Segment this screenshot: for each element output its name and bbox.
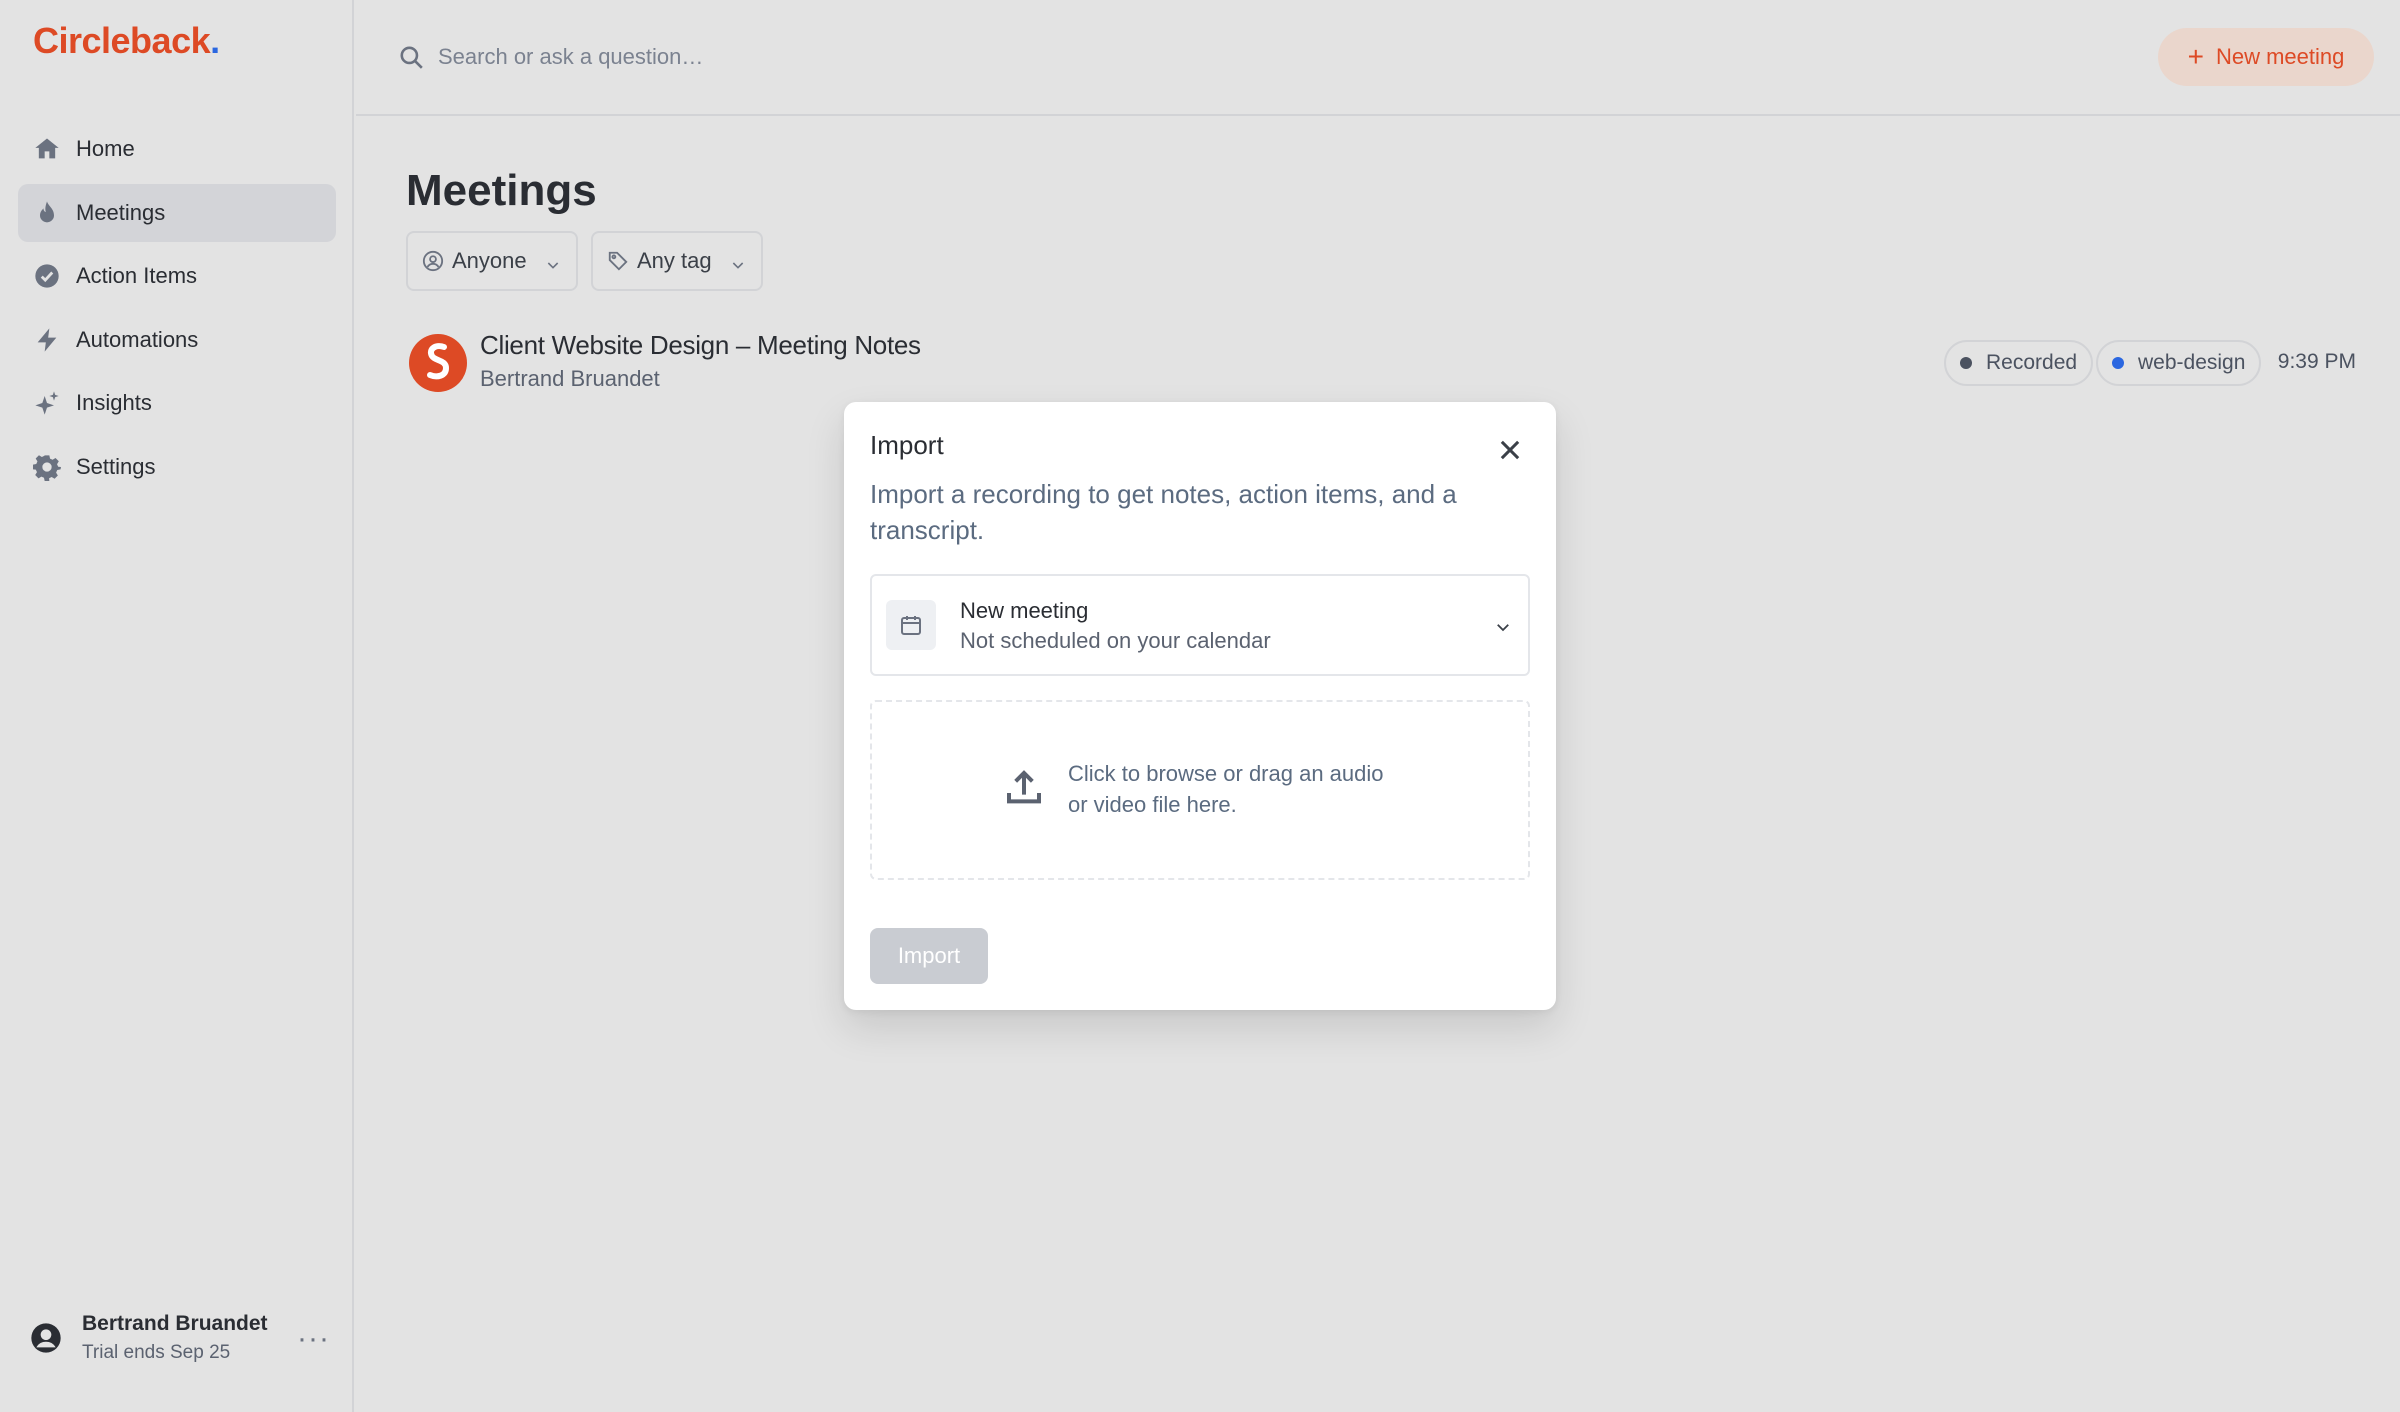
search-icon bbox=[398, 44, 424, 70]
user-info: Bertrand Bruandet Trial ends Sep 25 bbox=[82, 1312, 268, 1364]
sidebar-item-home[interactable]: Home bbox=[18, 120, 336, 178]
meeting-app-logo-icon bbox=[409, 334, 467, 392]
sidebar-item-automations[interactable]: Automations bbox=[18, 311, 336, 369]
meeting-time: 9:39 PM bbox=[2277, 350, 2356, 373]
meeting-select-dropdown[interactable]: New meeting Not scheduled on your calend… bbox=[870, 574, 1530, 676]
tag-badge[interactable]: web-design bbox=[2096, 340, 2262, 386]
sidebar-item-label: Automations bbox=[76, 326, 199, 352]
import-dialog: Import Import a recording to get notes, … bbox=[844, 402, 1556, 1010]
trial-status: Trial ends Sep 25 bbox=[82, 1342, 231, 1363]
calendar-icon bbox=[886, 600, 936, 650]
sidebar-item-label: Settings bbox=[76, 453, 156, 479]
sparkles-icon bbox=[32, 388, 62, 418]
more-options-icon[interactable]: ··· bbox=[297, 1322, 330, 1356]
user-profile[interactable]: Bertrand Bruandet Trial ends Sep 25 ··· bbox=[30, 1308, 330, 1368]
chevron-down-icon bbox=[730, 253, 746, 269]
chevron-down-icon bbox=[545, 253, 561, 269]
search-input[interactable] bbox=[438, 36, 1338, 78]
sidebar-nav: Home Meetings Action Items Automations I… bbox=[18, 120, 336, 501]
page-title: Meetings bbox=[406, 166, 597, 215]
flame-icon bbox=[32, 198, 62, 228]
logo-text: Circleback bbox=[33, 20, 211, 61]
people-filter-dropdown[interactable]: Anyone bbox=[406, 231, 578, 291]
meeting-owner: Bertrand Bruandet bbox=[480, 366, 660, 391]
tag-icon bbox=[607, 250, 629, 272]
dropzone-text: Click to browse or drag an audio or vide… bbox=[1068, 761, 1384, 817]
status-badge-label: Recorded bbox=[1986, 351, 2078, 374]
sidebar-item-label: Insights bbox=[76, 390, 152, 415]
select-subtitle: Not scheduled on your calendar bbox=[960, 628, 1271, 653]
bolt-icon bbox=[32, 325, 62, 355]
gear-icon bbox=[32, 452, 62, 482]
tag-filter-label: Any tag bbox=[637, 248, 712, 273]
sidebar-item-action-items[interactable]: Action Items bbox=[18, 247, 336, 305]
sidebar-item-label: Meetings bbox=[76, 199, 166, 225]
sidebar-item-meetings[interactable]: Meetings bbox=[18, 183, 336, 242]
plus-icon: + bbox=[2187, 41, 2204, 72]
sidebar-item-label: Home bbox=[76, 136, 135, 161]
meeting-title: Client Website Design – Meeting Notes bbox=[480, 330, 921, 360]
meeting-list-item[interactable]: Client Website Design – Meeting Notes Be… bbox=[406, 328, 2356, 398]
user-circle-icon bbox=[422, 250, 444, 272]
chevron-down-icon bbox=[1494, 618, 1512, 636]
people-filter-label: Anyone bbox=[452, 248, 527, 273]
upload-icon bbox=[1004, 768, 1044, 808]
tag-filter-dropdown[interactable]: Any tag bbox=[591, 231, 763, 291]
new-meeting-button[interactable]: + New meeting bbox=[2158, 28, 2374, 86]
logo-dot: . bbox=[210, 20, 220, 61]
status-dot bbox=[1960, 357, 1972, 369]
file-dropzone[interactable]: Click to browse or drag an audio or vide… bbox=[870, 700, 1530, 880]
sidebar-item-label: Action Items bbox=[76, 263, 198, 288]
select-title: New meeting bbox=[960, 598, 1089, 623]
top-bar: + New meeting bbox=[356, 0, 2400, 116]
circleback-logo[interactable]: Circleback. bbox=[33, 20, 220, 62]
home-icon bbox=[32, 134, 62, 164]
user-avatar-icon bbox=[30, 1322, 62, 1354]
close-icon[interactable] bbox=[1496, 436, 1524, 464]
tag-badge-label: web-design bbox=[2138, 351, 2246, 374]
dialog-title: Import bbox=[870, 430, 944, 460]
tag-dot bbox=[2112, 357, 2124, 369]
sidebar-item-insights[interactable]: Insights bbox=[18, 374, 336, 432]
check-circle-icon bbox=[32, 261, 62, 291]
sidebar-item-settings[interactable]: Settings bbox=[18, 438, 336, 496]
dialog-description: Import a recording to get notes, action … bbox=[870, 479, 1457, 545]
status-badge[interactable]: Recorded bbox=[1944, 340, 2094, 386]
new-meeting-label: New meeting bbox=[2215, 44, 2345, 69]
import-button[interactable]: Import bbox=[870, 928, 988, 984]
user-name: Bertrand Bruandet bbox=[82, 1312, 268, 1335]
sidebar: Circleback. Home Meetings Action Items A… bbox=[0, 0, 354, 1412]
